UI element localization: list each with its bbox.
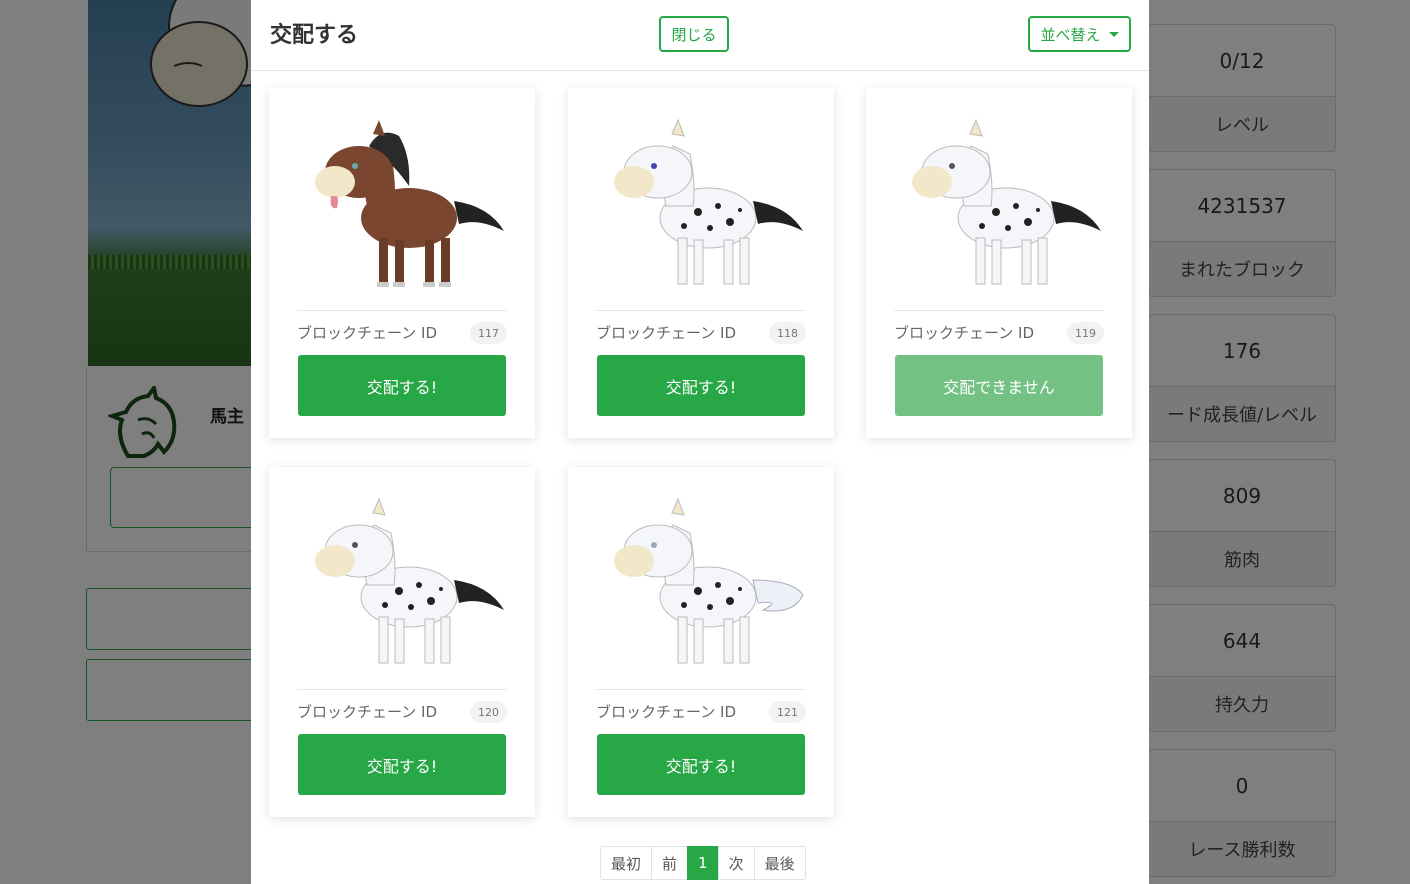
card-divider	[297, 689, 507, 690]
breed-button[interactable]: 交配する!	[298, 734, 506, 795]
card-divider	[596, 689, 806, 690]
blockchain-id-label: ブロックチェーン ID	[894, 324, 1034, 342]
page-next[interactable]: 次	[717, 846, 755, 880]
page-current[interactable]: 1	[687, 846, 719, 880]
breed-button[interactable]: 交配する!	[597, 355, 805, 416]
blockchain-id-badge: 120	[470, 701, 507, 723]
page-first[interactable]: 最初	[600, 846, 653, 880]
blockchain-id-label: ブロックチェーン ID	[297, 324, 437, 342]
horse-card: ブロックチェーン ID 121 交配する!	[568, 467, 834, 817]
breed-button[interactable]: 交配する!	[298, 355, 506, 416]
blockchain-id-label: ブロックチェーン ID	[596, 703, 736, 721]
horse-card: ブロックチェーン ID 118 交配する!	[568, 88, 834, 438]
spotted-horse-icon	[315, 497, 504, 664]
page-last[interactable]: 最後	[753, 846, 806, 880]
spotted-horse-icon	[614, 118, 803, 285]
close-button[interactable]: 閉じる	[659, 16, 729, 52]
blockchain-id-badge: 121	[769, 701, 806, 723]
blockchain-id-label: ブロックチェーン ID	[297, 703, 437, 721]
pagination: 最初 前 1 次 最後	[600, 846, 806, 880]
card-divider	[596, 310, 806, 311]
horse-card: ブロックチェーン ID 120 交配する!	[269, 467, 535, 817]
card-divider	[894, 310, 1104, 311]
brown-horse-icon	[315, 120, 504, 287]
caret-down-icon	[1108, 31, 1119, 37]
breed-button-disabled: 交配できません	[895, 355, 1103, 416]
blockchain-id-badge: 118	[769, 322, 806, 344]
sort-button-label: 並べ替え	[1040, 25, 1101, 44]
blockchain-id-badge: 117	[470, 322, 507, 344]
modal-title: 交配する	[270, 23, 359, 48]
close-button-label: 閉じる	[671, 25, 717, 44]
page-prev[interactable]: 前	[651, 846, 689, 880]
spotted-horse-icon	[912, 118, 1101, 285]
horse-card: ブロックチェーン ID 117 交配する!	[269, 88, 535, 438]
breed-button[interactable]: 交配する!	[597, 734, 805, 795]
sort-dropdown-button[interactable]: 並べ替え	[1028, 16, 1131, 52]
modal-header: 交配する 閉じる 並べ替え	[251, 0, 1149, 71]
card-divider	[297, 310, 507, 311]
breeding-modal: 交配する 閉じる 並べ替え ブロックチェーン ID 117 交配する! ブロック…	[251, 0, 1149, 884]
blockchain-id-badge: 119	[1067, 322, 1104, 344]
blockchain-id-label: ブロックチェーン ID	[596, 324, 736, 342]
spotted-horse-white-tail-icon	[614, 497, 804, 664]
horse-card: ブロックチェーン ID 119 交配できません	[866, 88, 1132, 438]
